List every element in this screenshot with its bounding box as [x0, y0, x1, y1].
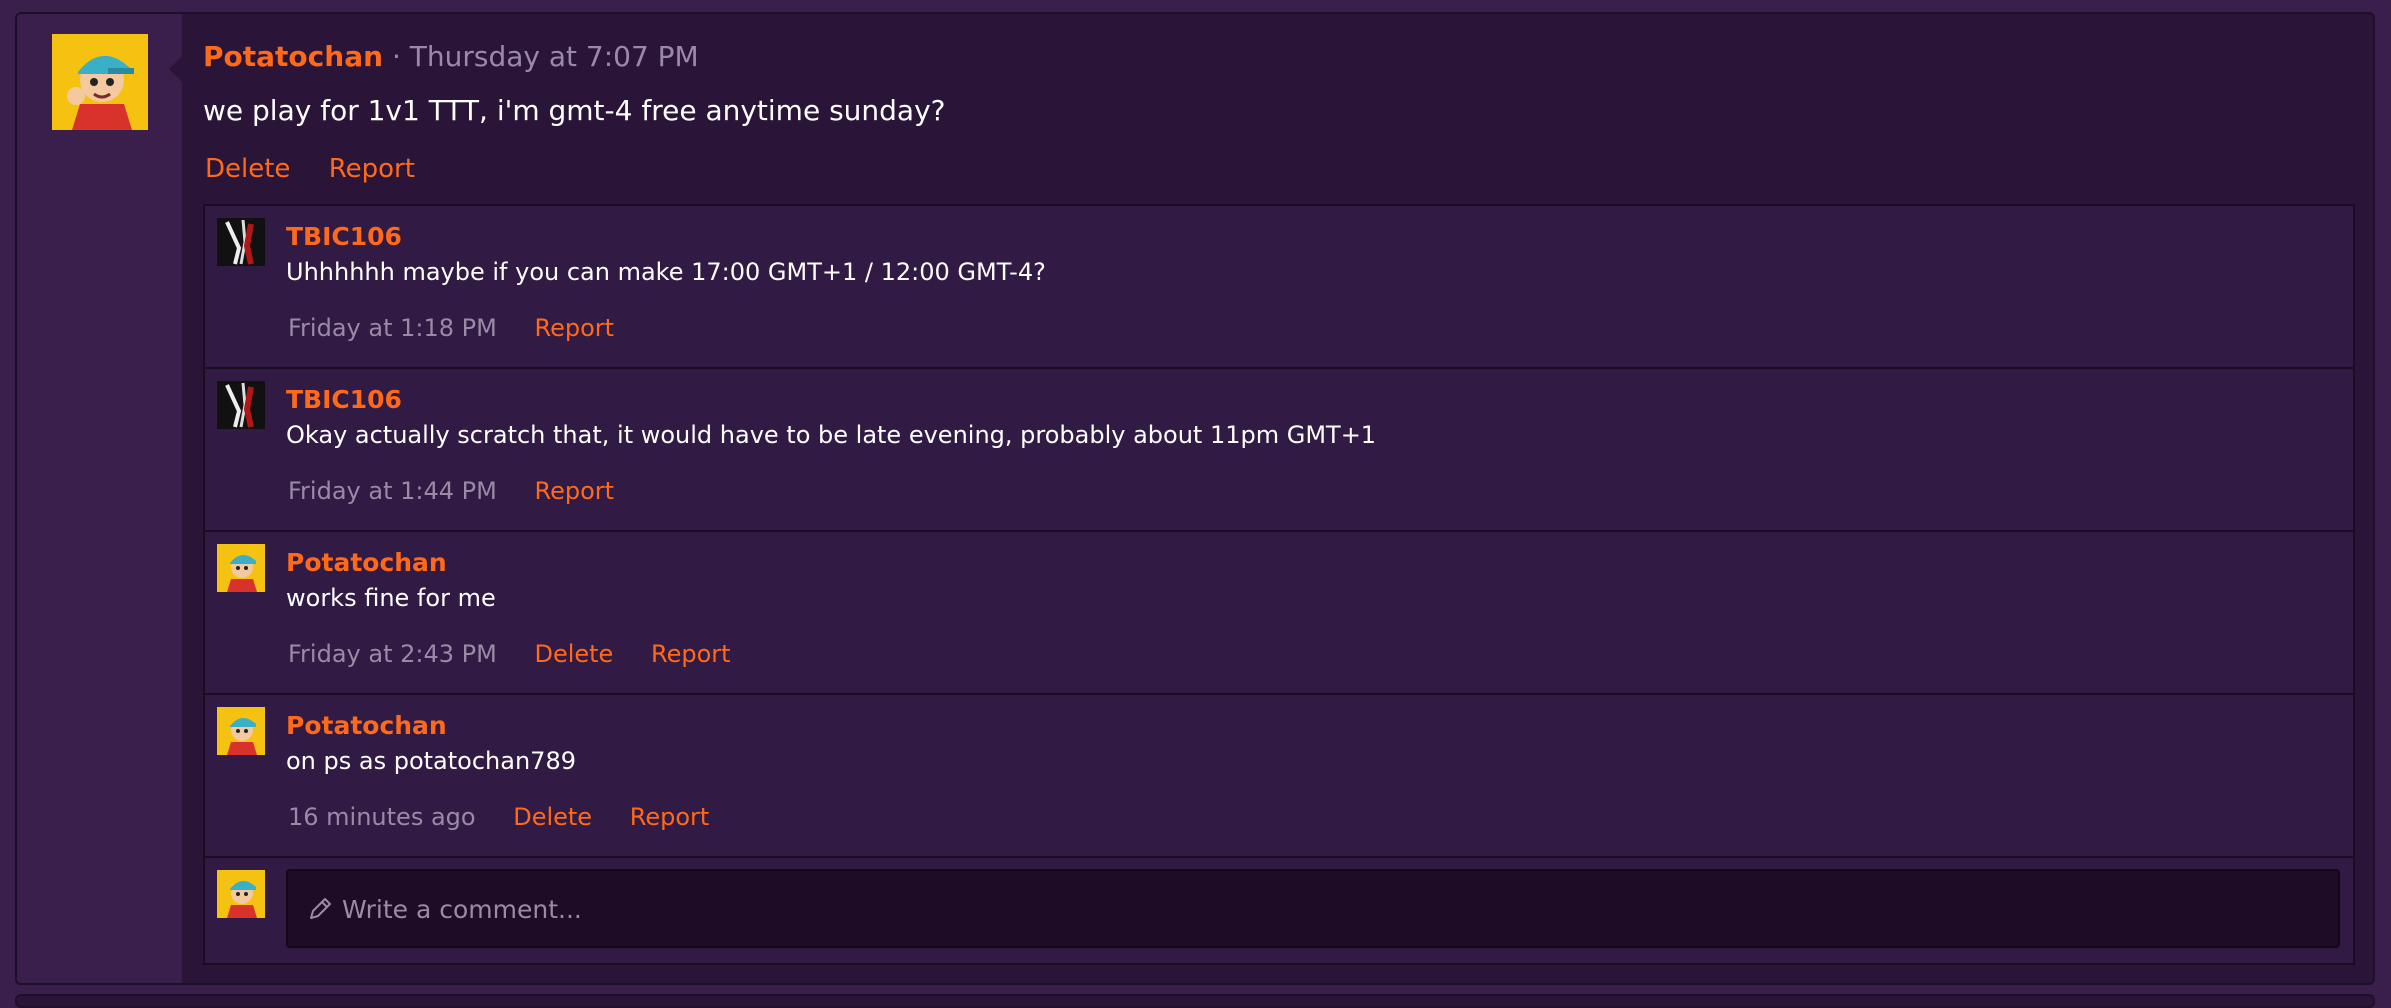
report-button[interactable]: Report	[651, 640, 731, 668]
comment-meta: Friday at 1:44 PM Report	[288, 477, 644, 505]
delete-button[interactable]: Delete	[513, 803, 592, 831]
comment-composer: Write a comment...	[205, 858, 2353, 965]
pencil-icon	[310, 898, 331, 919]
comment-author[interactable]: TBIC106	[286, 222, 402, 251]
comment: TBIC106 Okay actually scratch that, it w…	[205, 369, 2353, 532]
comment-list: TBIC106 Uhhhhhh maybe if you can make 17…	[203, 204, 2355, 965]
report-button[interactable]: Report	[630, 803, 710, 831]
next-post-edge	[15, 994, 2375, 1008]
comment-time[interactable]: Friday at 1:44 PM	[288, 477, 497, 505]
comment-meta: 16 minutes ago Delete Report	[288, 803, 739, 831]
avatar[interactable]	[217, 544, 265, 592]
comment-author[interactable]: Potatochan	[286, 548, 447, 577]
comment-author[interactable]: Potatochan	[286, 711, 447, 740]
post-header: Potatochan · Thursday at 7:07 PM	[203, 40, 699, 73]
delete-button[interactable]: Delete	[534, 640, 613, 668]
post-sidebar	[17, 14, 182, 983]
comment-text: works fine for me	[286, 584, 496, 612]
comment: Potatochan on ps as potatochan789 16 min…	[205, 695, 2353, 858]
avatar[interactable]	[52, 34, 148, 130]
report-button[interactable]: Report	[534, 314, 614, 342]
comment-placeholder: Write a comment...	[342, 895, 582, 924]
comment-time[interactable]: 16 minutes ago	[288, 803, 476, 831]
separator: ·	[391, 40, 401, 73]
profile-post: Potatochan · Thursday at 7:07 PM we play…	[15, 12, 2375, 985]
post-actions: Delete Report	[205, 154, 445, 184]
comment-meta: Friday at 2:43 PM Delete Report	[288, 640, 761, 668]
comment-text: Uhhhhhh maybe if you can make 17:00 GMT+…	[286, 258, 1046, 286]
comment-time[interactable]: Friday at 1:18 PM	[288, 314, 497, 342]
delete-button[interactable]: Delete	[205, 154, 290, 184]
comment-author[interactable]: TBIC106	[286, 385, 402, 414]
comment-meta: Friday at 1:18 PM Report	[288, 314, 644, 342]
post-body: we play for 1v1 TTT, i'm gmt-4 free anyt…	[203, 94, 946, 127]
post-author[interactable]: Potatochan	[203, 40, 383, 73]
report-button[interactable]: Report	[329, 154, 415, 184]
post-time[interactable]: Thursday at 7:07 PM	[410, 40, 699, 73]
avatar[interactable]	[217, 707, 265, 755]
comment-time[interactable]: Friday at 2:43 PM	[288, 640, 497, 668]
comment-input[interactable]: Write a comment...	[286, 869, 2340, 948]
avatar[interactable]	[217, 218, 265, 266]
comment: TBIC106 Uhhhhhh maybe if you can make 17…	[205, 206, 2353, 369]
avatar[interactable]	[217, 381, 265, 429]
post-arrow	[169, 56, 182, 82]
avatar	[217, 870, 265, 918]
report-button[interactable]: Report	[534, 477, 614, 505]
comment-text: on ps as potatochan789	[286, 747, 576, 775]
comment: Potatochan works fine for me Friday at 2…	[205, 532, 2353, 695]
comment-text: Okay actually scratch that, it would hav…	[286, 421, 1377, 449]
